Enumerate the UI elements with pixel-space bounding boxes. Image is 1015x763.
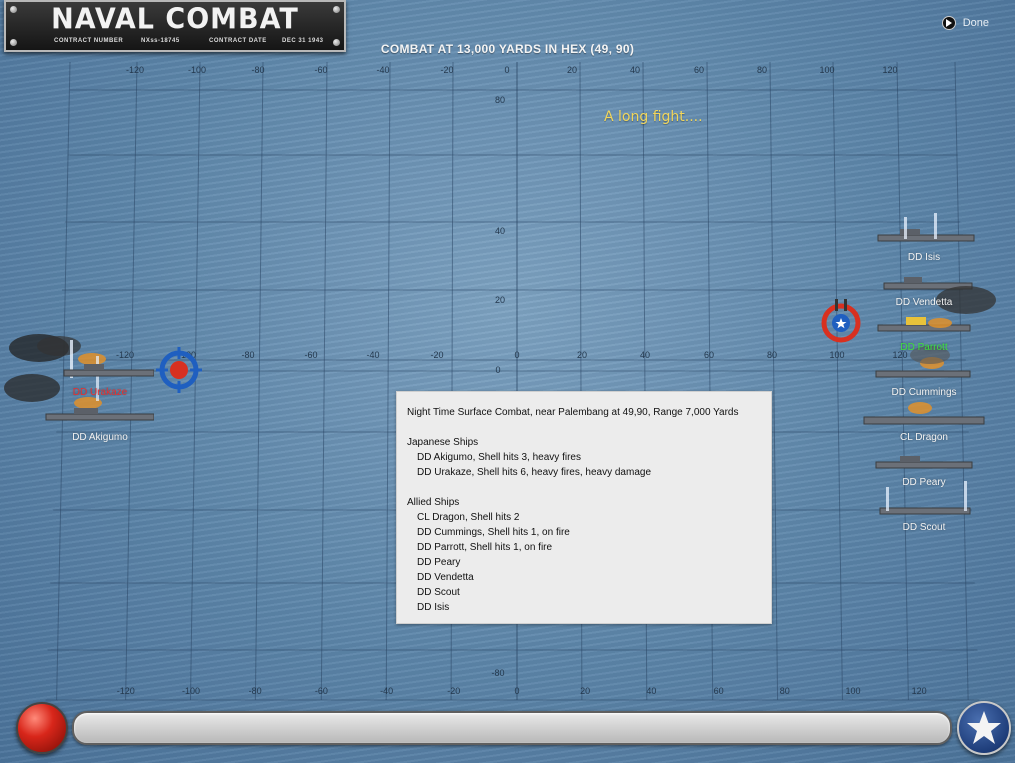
page-title: NAVAL COMBAT <box>51 3 299 36</box>
grid-line <box>320 61 328 701</box>
x-tick: -40 <box>376 65 390 75</box>
report-allied-header: Allied Ships <box>407 497 460 508</box>
done-label: Done <box>962 17 989 29</box>
x-tick: 20 <box>576 350 588 360</box>
grid-line <box>254 61 264 701</box>
x-tick: 0 <box>514 350 520 360</box>
report-title: Night Time Surface Combat, near Palemban… <box>407 407 739 418</box>
x-tick: -80 <box>251 65 265 75</box>
x-tick: 80 <box>766 350 778 360</box>
report-line: DD Parrott, Shell hits 1, on fire <box>417 542 553 553</box>
x-tick: 100 <box>845 686 861 696</box>
x-tick: 20 <box>580 686 591 696</box>
x-tick: -60 <box>314 65 328 75</box>
allied-target-reticle-icon[interactable] <box>818 299 864 345</box>
x-tick: -120 <box>125 65 145 75</box>
report-line: DD Cummings, Shell hits 1, on fire <box>417 527 570 538</box>
x-tick: 0 <box>514 686 520 696</box>
message-bar <box>72 711 952 745</box>
report-line: DD Akigumo, Shell hits 3, heavy fires <box>417 452 581 463</box>
y-tick: -80 <box>491 668 505 678</box>
report-japanese-header: Japanese Ships <box>407 437 479 448</box>
x-tick: -80 <box>241 350 255 360</box>
report-line: CL Dragon, Shell hits 2 <box>417 512 520 523</box>
done-button[interactable]: Done <box>941 16 989 30</box>
x-tick: 40 <box>629 65 641 75</box>
x-tick: 60 <box>693 65 705 75</box>
x-tick: -60 <box>314 686 328 696</box>
x-tick: 120 <box>911 686 927 696</box>
x-tick: 100 <box>819 65 835 75</box>
x-tick: -100 <box>187 65 207 75</box>
ship-label-vendetta[interactable]: DD Vendetta <box>896 297 953 308</box>
x-tick: -20 <box>447 686 461 696</box>
target-reticle-icon[interactable] <box>156 347 202 393</box>
ship-label-akigumo[interactable]: DD Akigumo <box>72 432 128 443</box>
ship-label-parrott[interactable]: DD Parrott <box>900 342 947 353</box>
x-tick: 100 <box>829 350 845 360</box>
x-tick: -20 <box>440 65 454 75</box>
x-tick: -40 <box>366 350 380 360</box>
x-tick: 60 <box>713 686 724 696</box>
y-tick: 40 <box>494 226 506 236</box>
fire-button[interactable] <box>16 702 68 754</box>
report-line: DD Urakaze, Shell hits 6, heavy fires, h… <box>417 467 651 478</box>
report-line: DD Scout <box>417 587 460 598</box>
japanese-ship-group <box>4 334 154 421</box>
star-button[interactable] <box>957 701 1011 755</box>
y-tick: 0 <box>495 365 501 375</box>
ship-label-dragon[interactable]: CL Dragon <box>900 432 948 443</box>
x-tick: 60 <box>703 350 715 360</box>
done-icon <box>941 16 956 30</box>
ship-label-urakaze[interactable]: DD Urakaze <box>73 387 127 398</box>
ship-label-peary[interactable]: DD Peary <box>902 477 945 488</box>
x-tick: 80 <box>779 686 790 696</box>
x-tick: 80 <box>756 65 768 75</box>
ship-label-cummings[interactable]: DD Cummings <box>891 387 956 398</box>
x-tick: -80 <box>248 686 262 696</box>
x-tick: 20 <box>566 65 578 75</box>
x-tick: 120 <box>882 65 898 75</box>
x-tick: -120 <box>116 686 135 696</box>
x-tick: -20 <box>430 350 444 360</box>
report-line: DD Isis <box>417 602 450 613</box>
combat-narrative: A long fight.... <box>604 109 703 125</box>
x-tick: -100 <box>181 686 201 696</box>
x-tick: -60 <box>304 350 318 360</box>
report-line: DD Peary <box>417 557 461 568</box>
x-tick: 40 <box>646 686 657 696</box>
x-tick: 0 <box>504 65 510 75</box>
grid-line <box>385 61 391 701</box>
combat-report-panel: Night Time Surface Combat, near Palemban… <box>396 391 772 624</box>
y-tick: 20 <box>494 295 506 305</box>
ship-label-isis[interactable]: DD Isis <box>908 252 940 263</box>
grid-line <box>832 61 843 701</box>
x-tick: 40 <box>639 350 651 360</box>
ship-label-scout[interactable]: DD Scout <box>903 522 946 533</box>
star-icon <box>967 711 1001 744</box>
report-line: DD Vendetta <box>417 572 474 583</box>
combat-headline: COMBAT AT 13,000 YARDS IN HEX (49, 90) <box>380 42 635 56</box>
y-tick: 80 <box>494 95 506 105</box>
x-tick: -40 <box>380 686 394 696</box>
